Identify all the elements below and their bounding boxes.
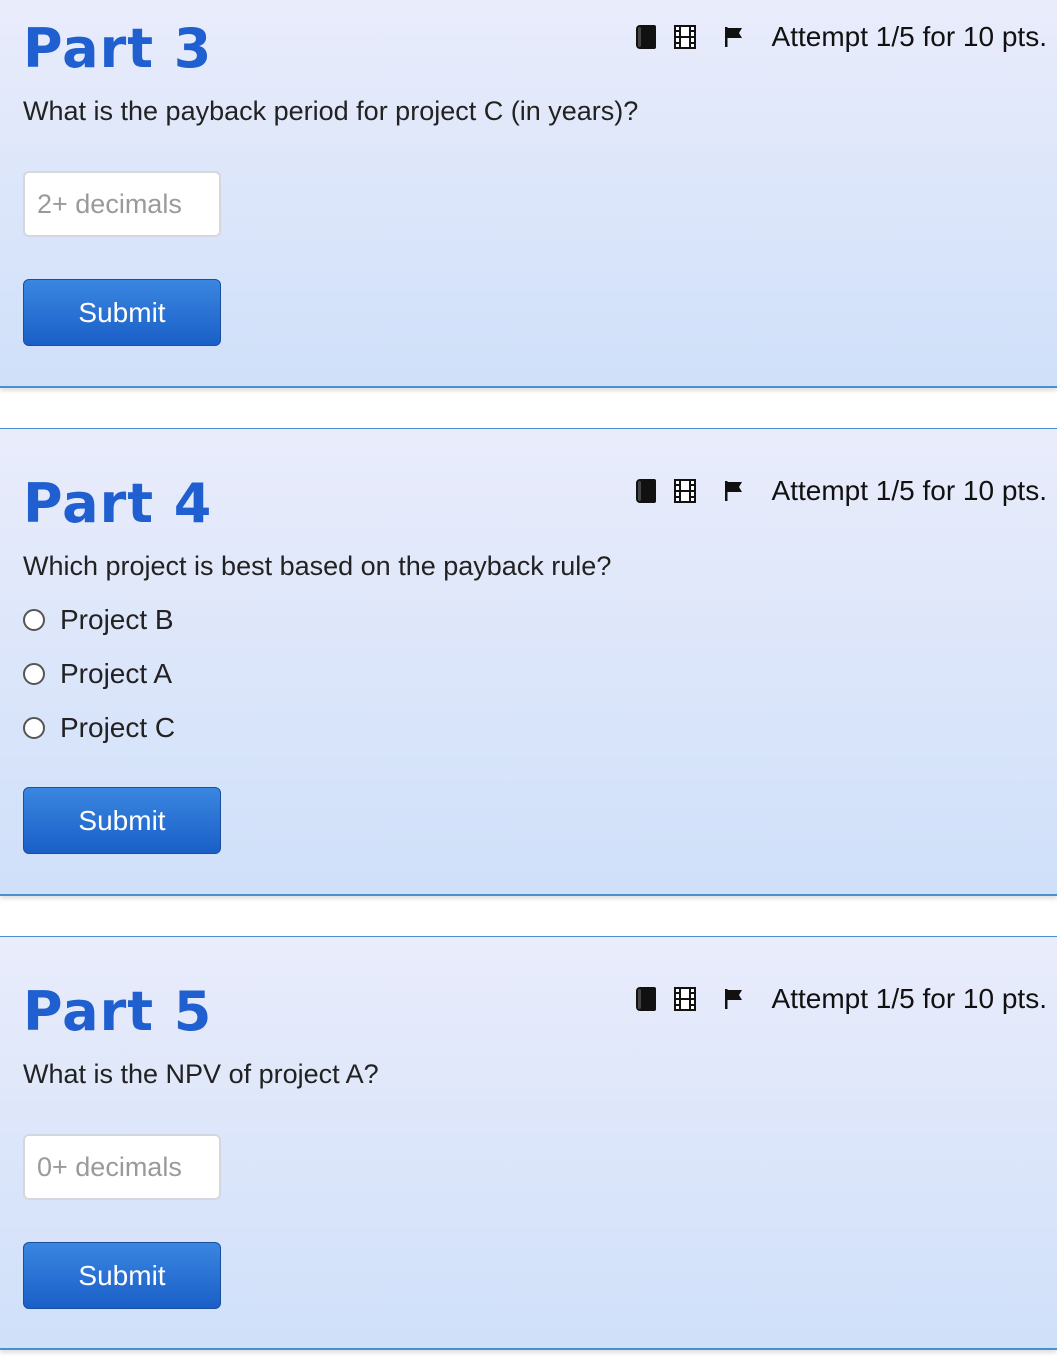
answer-input[interactable] [23,1134,221,1200]
book-icon[interactable] [635,987,656,1011]
part-4-panel: Part 4 Attempt 1/5 for 10 pts. Which pro… [0,428,1057,896]
submit-button[interactable]: Submit [23,787,221,854]
flag-icon[interactable] [724,988,744,1010]
part-title: Part 5 [23,980,213,1043]
question-text: What is the NPV of project A? [23,1059,379,1089]
option-label: Project B [60,604,174,635]
attempt-counter: Attempt 1/5 for 10 pts. [771,983,1047,1014]
radio-button[interactable] [23,663,45,685]
option-project-b[interactable]: Project B [23,604,174,636]
part-title: Part 4 [23,472,213,535]
film-icon[interactable] [673,25,696,49]
part-3-panel: Part 3 Attempt 1/5 for 10 pts. What is t… [0,0,1057,388]
submit-button[interactable]: Submit [23,279,221,346]
submit-button[interactable]: Submit [23,1242,221,1309]
part-toolbar: Attempt 1/5 for 10 pts. [635,21,1047,52]
option-label: Project A [60,658,173,689]
film-icon[interactable] [673,479,696,503]
part-5-panel: Part 5 Attempt 1/5 for 10 pts. What is t… [0,936,1057,1350]
option-project-a[interactable]: Project A [23,658,172,690]
radio-button[interactable] [23,609,45,631]
book-icon[interactable] [635,25,656,49]
book-icon[interactable] [635,479,656,503]
question-text: What is the payback period for project C… [23,96,639,126]
flag-icon[interactable] [724,26,744,48]
answer-input[interactable] [23,171,221,237]
part-toolbar: Attempt 1/5 for 10 pts. [635,475,1047,506]
flag-icon[interactable] [724,480,744,502]
option-label: Project C [60,712,176,743]
film-icon[interactable] [673,987,696,1011]
part-title: Part 3 [23,17,213,80]
attempt-counter: Attempt 1/5 for 10 pts. [771,475,1047,506]
attempt-counter: Attempt 1/5 for 10 pts. [771,21,1047,52]
part-toolbar: Attempt 1/5 for 10 pts. [635,983,1047,1014]
option-project-c[interactable]: Project C [23,712,175,744]
question-text: Which project is best based on the payba… [23,551,612,581]
radio-button[interactable] [23,717,45,739]
